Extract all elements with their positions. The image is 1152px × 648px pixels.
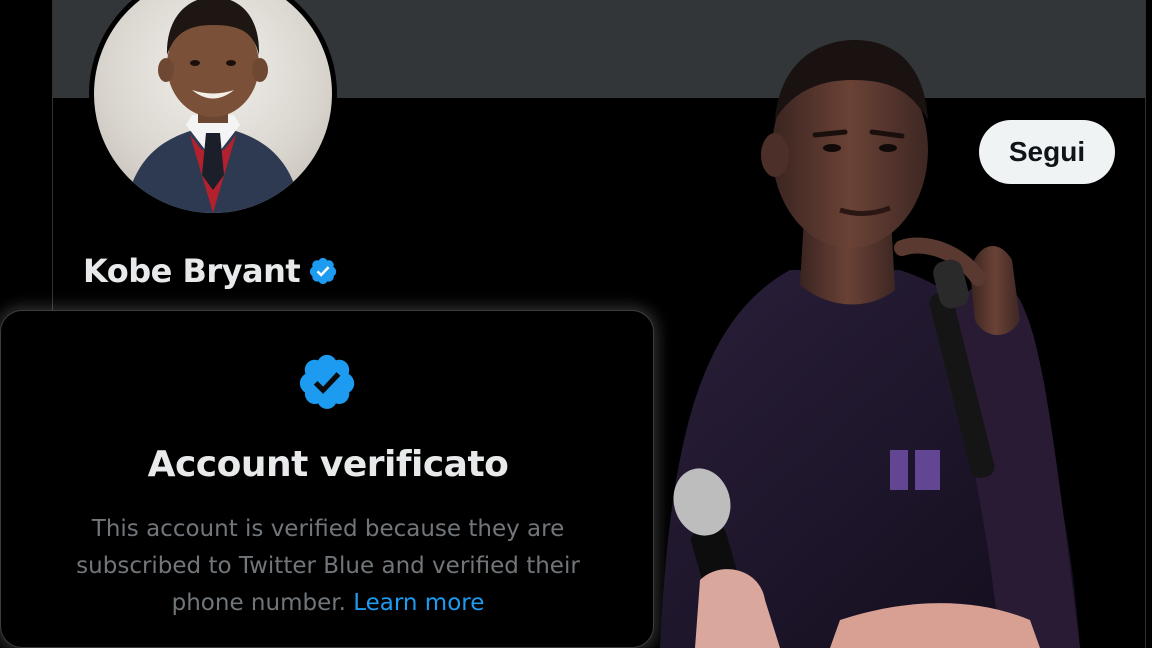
popover-title: Account verificato [147,444,509,485]
popover-body-text: This account is verified because they ar… [76,516,580,616]
learn-more-link[interactable]: Learn more [353,590,484,616]
avatar-photo [124,0,302,213]
verified-badge-icon [299,354,355,409]
display-name-row: Kobe Bryant [83,252,338,290]
person-photo [660,40,1080,648]
display-name: Kobe Bryant [83,252,301,290]
avatar[interactable] [89,0,337,218]
verified-popover: Account verificato This account is verif… [0,310,654,648]
verified-badge-icon[interactable] [308,256,338,286]
popover-description: This account is verified because they ar… [41,511,615,622]
